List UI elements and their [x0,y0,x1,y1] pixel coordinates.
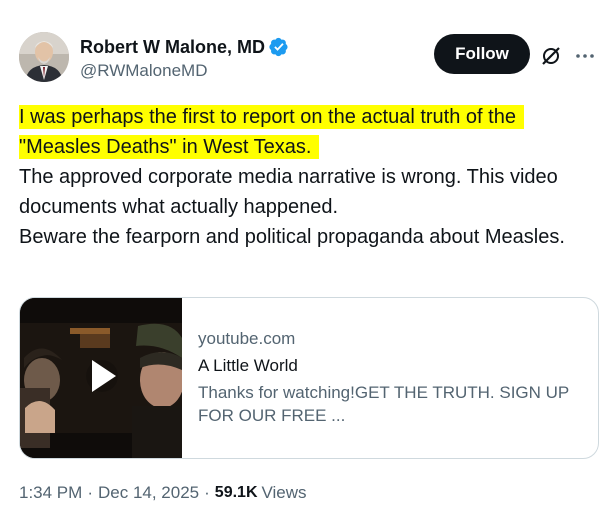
link-title: A Little World [198,356,298,375]
author-info: Robert W Malone, MD @RWMaloneMD [80,36,289,81]
link-description: Thanks for watching!GET THE TRUTH. SIGN … [198,383,569,425]
author-avatar[interactable] [19,32,69,82]
highlight-line-2: "Measles Deaths" in West Texas. [19,135,320,159]
views-count[interactable]: 59.1K [215,484,258,502]
tweet-paragraph-1: The approved corporate media narrative i… [19,166,558,218]
tweet-meta: 1:34 PM · Dec 14, 2025 · 59.1K Views [19,483,307,503]
author-name-row: Robert W Malone, MD [80,36,289,58]
follow-button[interactable]: Follow [434,34,530,74]
highlight-line-1: I was perhaps the first to report on the… [19,105,524,129]
video-thumbnail[interactable] [20,298,182,458]
link-card-text: youtube.com A Little World Thanks for wa… [198,328,588,427]
tweet-paragraph-2: Beware the fearporn and political propag… [19,226,565,248]
more-horizontal-icon[interactable] [574,46,596,66]
meta-separator: · [87,483,93,502]
tweet-header: Robert W Malone, MD @RWMaloneMD Follow [19,32,599,86]
tweet-date[interactable]: Dec 14, 2025 [98,483,199,503]
avatar-photo [19,32,69,82]
highlighted-statement: I was perhaps the first to report on the… [19,102,594,162]
author-handle[interactable]: @RWMaloneMD [80,61,289,81]
grok-slash-circle-icon[interactable] [540,45,562,67]
link-preview-card[interactable]: youtube.com A Little World Thanks for wa… [19,297,599,459]
verified-badge-icon[interactable] [269,37,289,57]
meta-separator: · [204,483,210,502]
author-name[interactable]: Robert W Malone, MD [80,37,265,58]
tweet-text: I was perhaps the first to report on the… [19,102,594,252]
link-domain: youtube.com [198,329,296,348]
views-label: Views [261,483,307,502]
tweet-time[interactable]: 1:34 PM [19,483,82,503]
